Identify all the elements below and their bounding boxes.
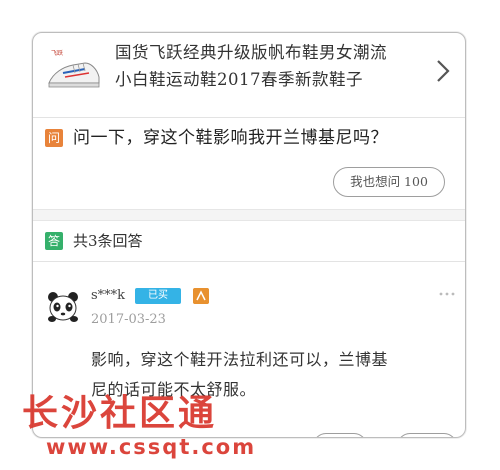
section-divider	[33, 209, 465, 221]
sneaker-icon: 飞跃	[47, 45, 101, 97]
question-text: 问一下，穿这个鞋影响我开兰博基尼吗？	[73, 128, 388, 148]
page: 飞跃 国货飞跃经典升级版帆布鞋男女潮流 小白鞋运动鞋2017春季新款鞋子 问 问…	[0, 0, 500, 470]
product-title: 国货飞跃经典升级版帆布鞋男女潮流 小白鞋运动鞋2017春季新款鞋子	[115, 39, 431, 93]
ask-too-button[interactable]: 我也想问 100	[333, 167, 445, 197]
comment-count: 24	[341, 434, 356, 437]
product-title-line1: 国货飞跃经典升级版帆布鞋男女潮流	[115, 43, 387, 62]
product-title-line2: 小白鞋运动鞋2017春季新款鞋子	[115, 70, 363, 89]
comment-button[interactable]: 24	[313, 433, 367, 437]
product-header[interactable]: 飞跃 国货飞跃经典升级版帆布鞋男女潮流 小白鞋运动鞋2017春季新款鞋子	[33, 33, 465, 118]
panda-avatar-icon[interactable]	[45, 289, 81, 325]
like-count: 280	[423, 434, 446, 437]
qa-card: 飞跃 国货飞跃经典升级版帆布鞋男女潮流 小白鞋运动鞋2017春季新款鞋子 问 问…	[32, 32, 466, 438]
answer-date: 2017-03-23	[91, 312, 166, 327]
level-badge-icon	[193, 288, 209, 304]
question-badge: 问	[45, 129, 63, 147]
answers-header: 答 共3条回答	[33, 221, 465, 262]
answer-text-line1: 影响，穿这个鞋开法拉利还可以，兰博基	[91, 350, 389, 369]
question-section: 问 问一下，穿这个鞋影响我开兰博基尼吗？ 我也想问 100	[33, 117, 465, 207]
svg-text:飞跃: 飞跃	[51, 49, 63, 57]
watermark-name: 长沙社区通	[22, 393, 218, 434]
chevron-right-icon[interactable]	[433, 55, 453, 87]
more-dots-icon[interactable]	[438, 291, 456, 297]
like-button[interactable]: 280	[397, 433, 457, 437]
answer-badge: 答	[45, 232, 63, 250]
answer-username[interactable]: s***k	[91, 287, 125, 305]
buyer-badge: 已买	[135, 288, 181, 304]
answers-count: 共3条回答	[73, 232, 143, 250]
watermark-url: www.cssqt.com	[46, 435, 257, 459]
